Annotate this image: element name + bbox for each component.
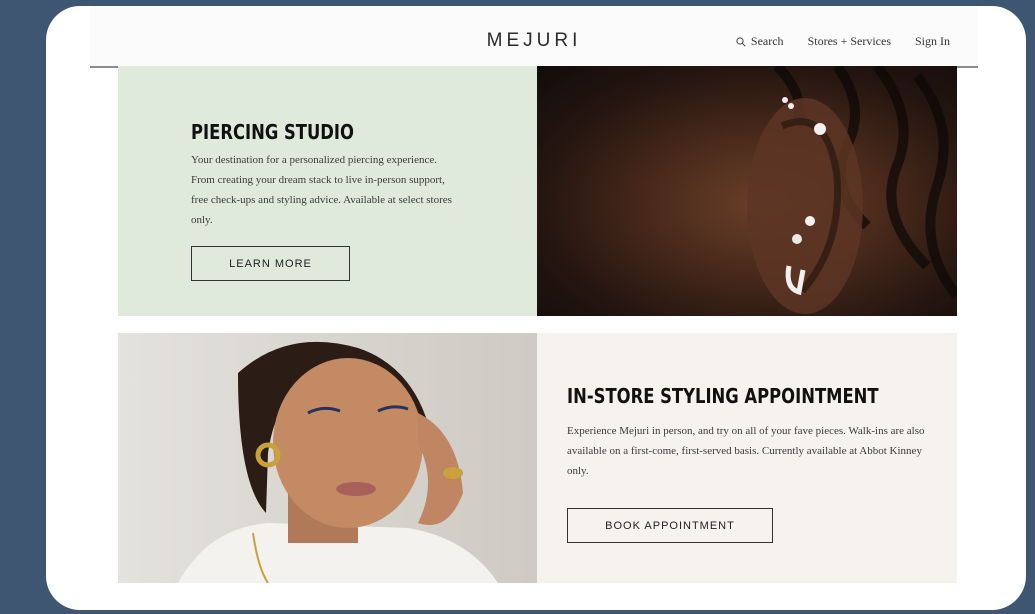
stores-services-link[interactable]: Stores + Services	[808, 34, 891, 49]
model-face	[273, 358, 423, 528]
nav-links: Search Stores + Services Sign In	[736, 34, 950, 49]
piercing-studio-title: PIERCING STUDIO	[191, 120, 354, 144]
styling-appointment-title: IN-STORE STYLING APPOINTMENT	[567, 384, 879, 408]
flower-stud	[814, 123, 826, 135]
learn-more-button[interactable]: LEARN MORE	[191, 246, 350, 281]
device-frame: MEJURI Search Stores + Services Sign In …	[46, 6, 1026, 610]
styling-appointment-panel: IN-STORE STYLING APPOINTMENT Experience …	[537, 333, 957, 583]
cartilage-stud-top-2	[788, 103, 794, 109]
lobe-stud-2	[792, 234, 802, 244]
piercing-studio-panel: PIERCING STUDIO Your destination for a p…	[118, 66, 537, 316]
ear-photo-illustration	[747, 66, 957, 314]
search-icon	[736, 36, 746, 47]
gold-ring	[443, 467, 463, 479]
model-portrait-photo	[118, 333, 537, 583]
model-photo-illustration	[178, 341, 498, 583]
search-button[interactable]: Search	[736, 34, 784, 49]
sign-in-link[interactable]: Sign In	[915, 34, 950, 49]
search-label: Search	[750, 34, 784, 48]
styling-appointment-description: Experience Mejuri in person, and try on …	[567, 425, 925, 477]
top-navigation: MEJURI Search Stores + Services Sign In	[90, 6, 978, 68]
lobe-stud-1	[805, 216, 815, 226]
cartilage-stud-top	[782, 97, 788, 103]
book-appointment-button[interactable]: BOOK APPOINTMENT	[567, 508, 773, 543]
piercing-studio-description: Your destination for a personalized pier…	[191, 154, 452, 226]
ear-shape	[747, 98, 863, 314]
model-lips	[336, 482, 376, 496]
ear-piercings-photo	[537, 66, 957, 316]
